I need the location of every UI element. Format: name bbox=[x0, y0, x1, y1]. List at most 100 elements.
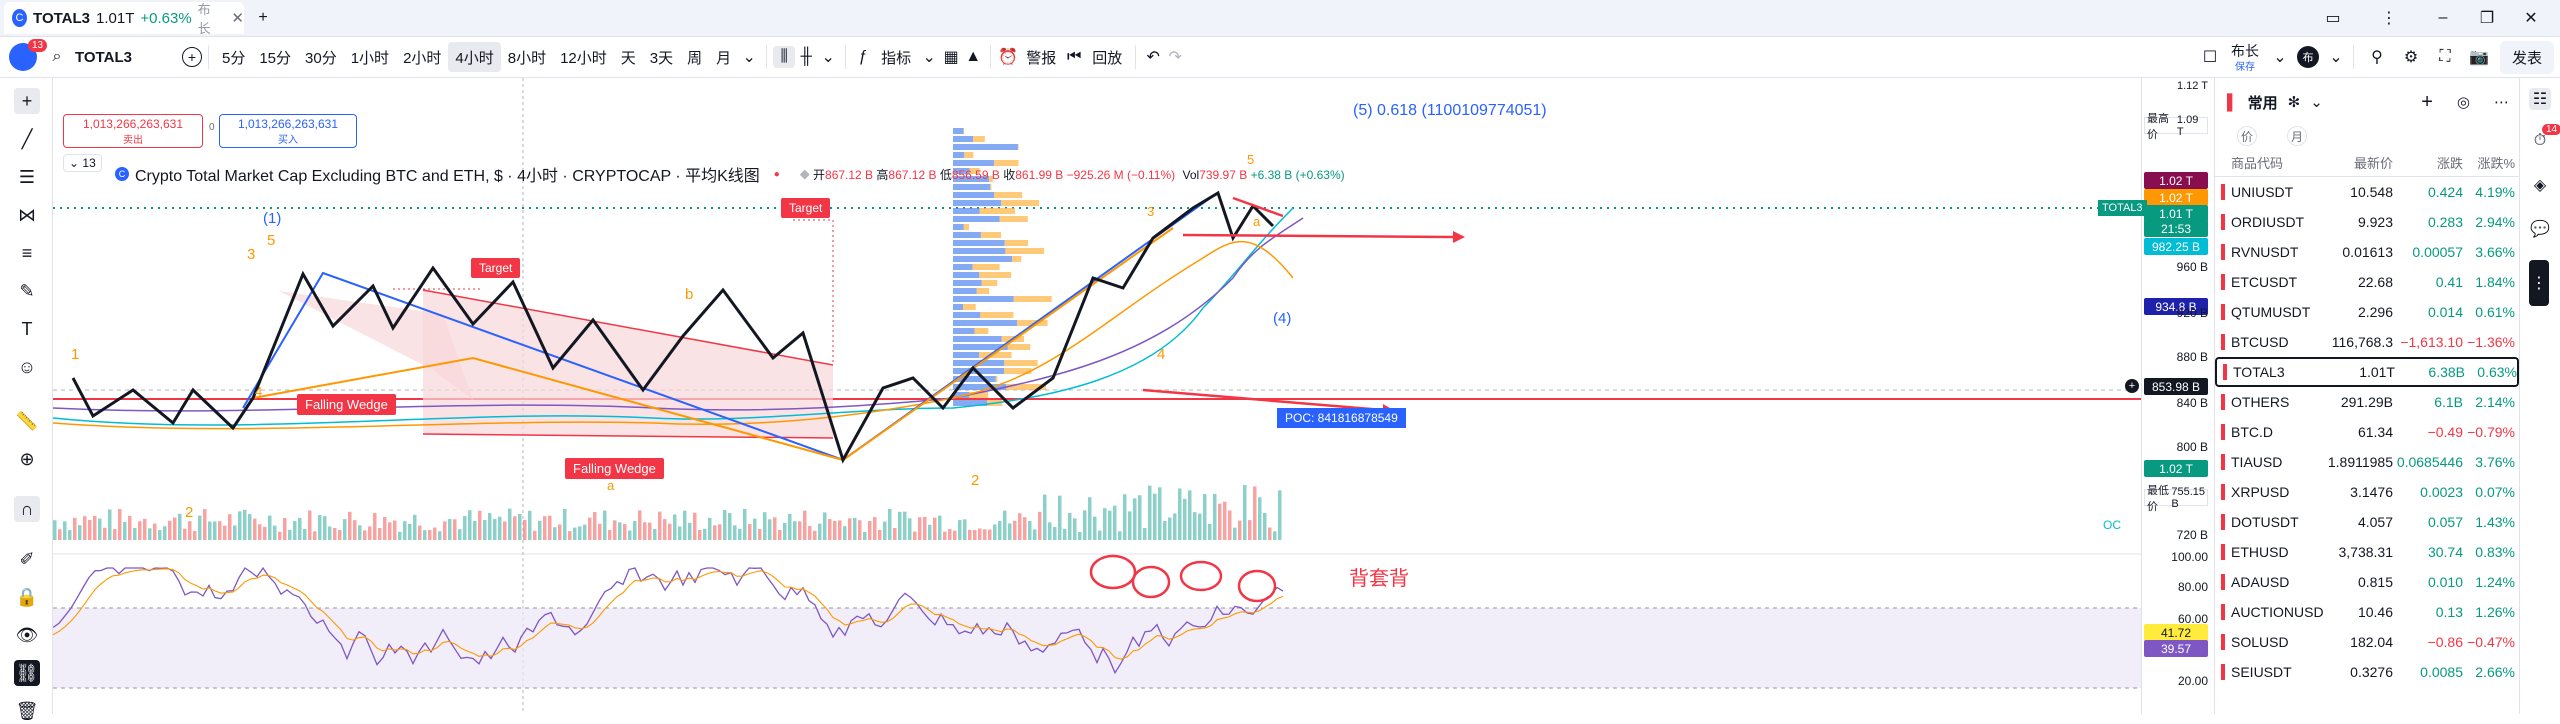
watchlist-tab-month[interactable]: 月 bbox=[2287, 126, 2307, 146]
sidebar-toggle-icon[interactable]: ⋮ bbox=[2529, 260, 2549, 306]
fib-icon[interactable]: ≡ bbox=[14, 240, 40, 266]
watchlist-row[interactable]: TIAUSD 1.8911985 0.0685446 3.76% bbox=[2215, 447, 2519, 477]
row-flag-icon[interactable] bbox=[2221, 544, 2225, 560]
row-flag-icon[interactable] bbox=[2221, 514, 2225, 530]
buy-button[interactable]: 1,013,266,263,631 买入 bbox=[219, 114, 357, 148]
avatar[interactable]: 13 bbox=[0, 39, 48, 71]
indicators-button[interactable]: 指标 bbox=[874, 42, 918, 72]
layout-checkbox-icon[interactable]: ☐ bbox=[2199, 46, 2221, 68]
interval-9[interactable]: 3天 bbox=[643, 42, 680, 72]
zoom-in-icon[interactable]: ⊕ bbox=[14, 446, 40, 472]
settings-gear-icon[interactable]: ⚙ bbox=[2400, 46, 2422, 68]
text-icon[interactable]: T bbox=[14, 316, 40, 342]
new-tab-plus-icon[interactable]: + bbox=[252, 7, 274, 29]
watchlist-dropdown-icon[interactable]: ⌄ bbox=[2310, 93, 2323, 111]
watchlist-row[interactable]: DOTUSDT 4.057 0.057 1.43% bbox=[2215, 507, 2519, 537]
strategy-icon[interactable]: ▲ bbox=[962, 46, 984, 68]
row-flag-icon[interactable] bbox=[2221, 424, 2225, 440]
brush-icon[interactable]: ✎ bbox=[14, 278, 40, 304]
window-menu-icon[interactable]: ⋮ bbox=[2378, 7, 2400, 29]
interval-2[interactable]: 30分 bbox=[298, 42, 344, 72]
crosshair-icon[interactable]: + bbox=[14, 88, 40, 114]
row-flag-icon[interactable] bbox=[2221, 274, 2225, 290]
user-badge[interactable]: 布 bbox=[2296, 46, 2319, 68]
add-symbol-plus-icon[interactable]: + bbox=[2421, 91, 2433, 114]
candles-icon[interactable]: ⫼ bbox=[773, 46, 796, 68]
col-symbol[interactable]: 商品代码 bbox=[2215, 153, 2323, 172]
row-flag-icon[interactable] bbox=[2221, 574, 2225, 590]
search-icon[interactable]: ⌕ bbox=[46, 46, 68, 68]
indicator-collapse-button[interactable]: ⌄ 13 bbox=[63, 154, 102, 172]
layers-icon[interactable]: ◈ bbox=[2529, 174, 2551, 196]
col-last[interactable]: 最新价 bbox=[2323, 153, 2393, 172]
watchlist-tab-price[interactable]: 价 bbox=[2237, 126, 2257, 146]
row-flag-icon[interactable] bbox=[2221, 244, 2225, 260]
price-axis[interactable]: 1.12 T 最高价 1.09 T 1.02 T 1.02 T 1.01 T 21:5… bbox=[2141, 78, 2214, 714]
watchlist-row[interactable]: SEIUSDT 0.3276 0.0085 2.66% bbox=[2215, 657, 2519, 687]
row-flag-icon[interactable] bbox=[2221, 454, 2225, 470]
alert-clock-icon[interactable]: ⏰ bbox=[997, 46, 1019, 68]
interval-dropdown-icon[interactable]: ⌄ bbox=[738, 46, 760, 68]
watchlist-row[interactable]: RVNUSDT 0.01613 0.00057 3.66% bbox=[2215, 237, 2519, 267]
interval-3[interactable]: 1小时 bbox=[344, 42, 396, 72]
watchlist-row[interactable]: SOLUSD 182.04 −0.86 −0.47% bbox=[2215, 627, 2519, 657]
layout-save-button[interactable]: 布长 保存 bbox=[2231, 41, 2259, 73]
watchlist-row[interactable]: BTC.D 61.34 −0.49 −0.79% bbox=[2215, 417, 2519, 447]
replay-icon[interactable]: ⏮ bbox=[1063, 46, 1085, 68]
close-window-icon[interactable]: ✕ bbox=[2520, 7, 2542, 29]
watchlist-row[interactable]: AUCTIONUSD 10.46 0.13 1.26% bbox=[2215, 597, 2519, 627]
close-tab-icon[interactable]: ✕ bbox=[231, 9, 244, 27]
replay-button[interactable]: 回放 bbox=[1085, 42, 1129, 72]
watchlist-row[interactable]: QTUMUSDT 2.296 0.014 0.61% bbox=[2215, 297, 2519, 327]
row-flag-icon[interactable] bbox=[2221, 604, 2225, 620]
watchlist-row[interactable]: XRPUSD 3.1476 0.0023 0.07% bbox=[2215, 477, 2519, 507]
compare-plus-icon[interactable]: + bbox=[182, 47, 202, 67]
watchlist-more-icon[interactable]: ⋯ bbox=[2494, 93, 2509, 111]
interval-7[interactable]: 12小时 bbox=[553, 42, 614, 72]
watchlist-row[interactable]: BTCUSD 116,768.3 −1,613.10 −1.36% bbox=[2215, 327, 2519, 357]
indicators-dropdown-icon[interactable]: ⌄ bbox=[918, 46, 940, 68]
chart-type-dropdown-icon[interactable]: ⌄ bbox=[817, 46, 839, 68]
row-flag-icon[interactable] bbox=[2221, 334, 2225, 350]
watchlist-row[interactable]: ETCUSDT 22.68 0.41 1.84% bbox=[2215, 267, 2519, 297]
watchlist-row[interactable]: OTHERS 291.29B 6.1B 2.14% bbox=[2215, 387, 2519, 417]
watchlist-row[interactable]: TOTAL3 1.01T 6.38B 0.63% bbox=[2215, 357, 2519, 387]
row-flag-icon[interactable] bbox=[2221, 304, 2225, 320]
pattern-icon[interactable]: ⋈ bbox=[14, 202, 40, 228]
watchlist-row[interactable]: UNIUSDT 10.548 0.424 4.19% bbox=[2215, 177, 2519, 207]
camera-icon[interactable]: 📷 bbox=[2468, 46, 2490, 68]
interval-11[interactable]: 月 bbox=[709, 42, 738, 72]
publish-button[interactable]: 发表 bbox=[2499, 40, 2554, 74]
eye-icon[interactable]: 👁 bbox=[14, 622, 40, 648]
interval-0[interactable]: 5分 bbox=[215, 42, 252, 72]
watchlist-icon[interactable]: ☷ bbox=[2529, 88, 2551, 110]
chat-icon[interactable]: 💬 bbox=[2529, 218, 2551, 240]
ruler-icon[interactable]: 📏 bbox=[14, 408, 40, 434]
chart-tab[interactable]: C TOTAL3 1.01T +0.63% 布长 ✕ bbox=[4, 2, 244, 36]
col-change-pct[interactable]: 涨跌% bbox=[2463, 153, 2515, 172]
bar-style-icon[interactable]: ╫ bbox=[795, 46, 817, 68]
row-flag-icon[interactable] bbox=[2223, 364, 2227, 380]
redo-icon[interactable]: ↷ bbox=[1164, 46, 1186, 68]
add-alert-plus-icon[interactable]: + bbox=[2125, 379, 2139, 393]
lock-icon[interactable]: 🔒 bbox=[14, 584, 40, 610]
stay-drawing-icon[interactable]: ✐ bbox=[14, 546, 40, 572]
templates-icon[interactable]: ▦ bbox=[940, 46, 962, 68]
watchlist-row[interactable]: ORDIUSDT 9.923 0.283 2.94% bbox=[2215, 207, 2519, 237]
user-dropdown-icon[interactable]: ⌄ bbox=[2325, 46, 2347, 68]
chart-pane[interactable]: (5) 0.618 (1100109774051) Target Target … bbox=[53, 78, 2141, 714]
advanced-view-icon[interactable]: ◎ bbox=[2457, 93, 2470, 111]
emoji-icon[interactable]: ☺ bbox=[14, 354, 40, 380]
watchlist-title[interactable]: 常用 bbox=[2248, 92, 2278, 113]
row-flag-icon[interactable] bbox=[2221, 214, 2225, 230]
row-flag-icon[interactable] bbox=[2221, 664, 2225, 680]
col-change[interactable]: 涨跌 bbox=[2393, 153, 2463, 172]
interval-4[interactable]: 2小时 bbox=[396, 42, 448, 72]
interval-8[interactable]: 天 bbox=[614, 42, 643, 72]
interval-1[interactable]: 15分 bbox=[252, 42, 298, 72]
row-flag-icon[interactable] bbox=[2221, 484, 2225, 500]
row-flag-icon[interactable] bbox=[2221, 634, 2225, 650]
undo-icon[interactable]: ↶ bbox=[1142, 46, 1164, 68]
fullscreen-icon[interactable]: ⛶ bbox=[2434, 46, 2456, 68]
interval-6[interactable]: 8小时 bbox=[501, 42, 553, 72]
